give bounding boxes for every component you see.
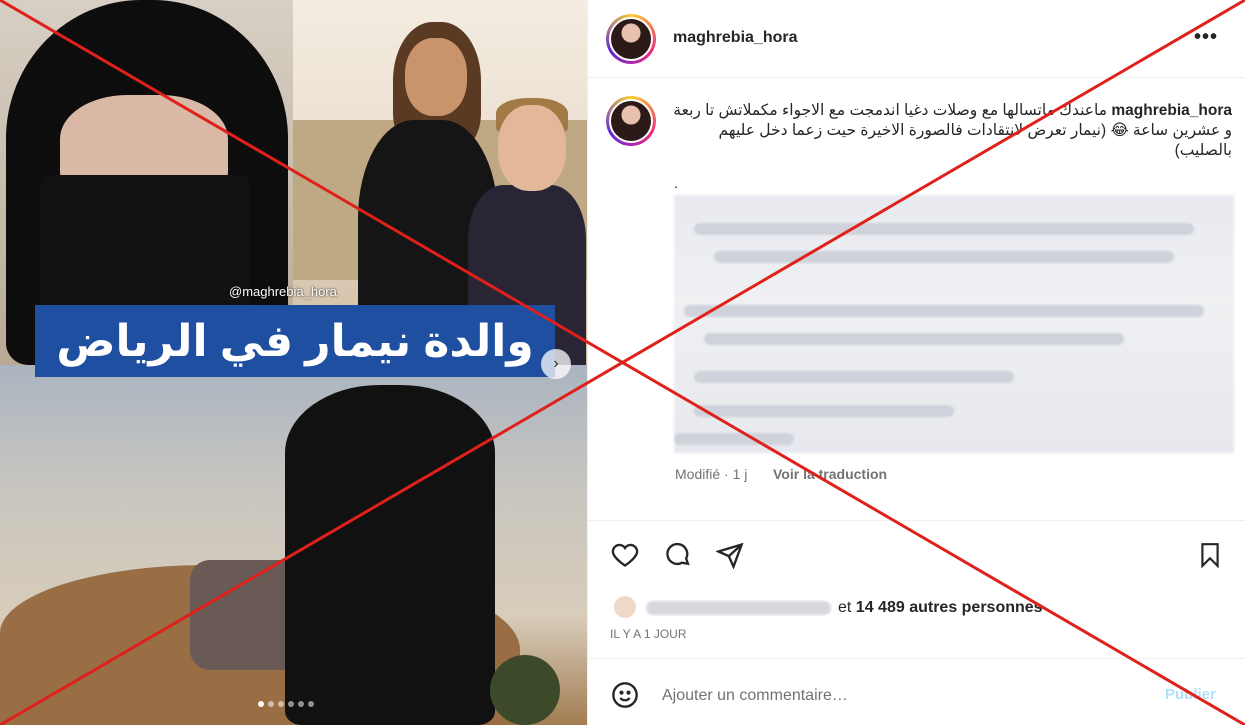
post-header: maghrebia_hora ••• [588, 0, 1245, 78]
post-meta: Modifié · 1 j [675, 466, 748, 482]
caption-username[interactable]: maghrebia_hora [1111, 102, 1232, 119]
carousel-dot[interactable] [258, 701, 264, 707]
comment-input[interactable] [662, 684, 1142, 708]
likes-avatar [614, 596, 636, 618]
more-horizontal-icon[interactable]: ••• [1194, 26, 1218, 49]
publish-button[interactable]: Publier [1165, 686, 1216, 703]
boy-face-shape [498, 105, 566, 191]
blurred-comments [674, 195, 1234, 453]
blur-line [674, 433, 794, 445]
post-panel: maghrebia_hora ••• maghrebia_hora ماعندك… [587, 0, 1245, 725]
blur-line [694, 405, 954, 417]
blur-line [694, 223, 1194, 235]
carousel-dot[interactable] [308, 701, 314, 707]
likes-suffix: autres personnes [909, 599, 1043, 616]
carousel-dot[interactable] [288, 701, 294, 707]
media-watermark: @maghrebia_hora [229, 284, 337, 299]
chevron-right-icon[interactable]: › [541, 349, 571, 379]
woman-face-shape [405, 38, 467, 116]
heart-icon[interactable] [610, 540, 640, 570]
post-media[interactable]: @maghrebia_hora والدة نيمار في الرياض › [0, 0, 587, 725]
comment-icon[interactable] [663, 540, 693, 570]
send-icon[interactable] [715, 540, 745, 570]
carousel-dot[interactable] [298, 701, 304, 707]
blur-line [704, 333, 1124, 345]
translate-link[interactable]: Voir la traduction [773, 466, 887, 482]
caption-avatar[interactable] [606, 96, 656, 146]
carousel-dot[interactable] [278, 701, 284, 707]
avatar[interactable] [606, 14, 656, 64]
likes-prefix: et [838, 599, 852, 616]
likes-count[interactable]: et 14 489 autres personnes [838, 599, 1043, 617]
likes-number: 14 489 [855, 599, 905, 616]
blur-line [684, 305, 1204, 317]
divider [588, 520, 1245, 521]
bookmark-icon[interactable] [1195, 540, 1225, 570]
rider-shape [285, 385, 495, 725]
carousel-dot[interactable] [268, 701, 274, 707]
media-overlay-title: والدة نيمار في الرياض [35, 305, 555, 377]
blur-line [694, 371, 1014, 383]
tree-shape [490, 655, 560, 725]
caption-dot: . [674, 175, 679, 192]
header-username[interactable]: maghrebia_hora [673, 29, 797, 47]
avatar-image [609, 17, 653, 61]
caption: maghrebia_hora ماعندك ماتسالها مع وصلات … [672, 101, 1232, 161]
avatar-image [609, 99, 653, 143]
divider [588, 658, 1245, 659]
smiley-icon[interactable] [610, 680, 640, 710]
blurred-liker-name [646, 601, 831, 615]
post-time: IL Y A 1 JOUR [610, 627, 687, 641]
carousel-dots [258, 701, 314, 707]
blur-line [714, 251, 1174, 263]
photo-camel-ride [0, 365, 587, 725]
